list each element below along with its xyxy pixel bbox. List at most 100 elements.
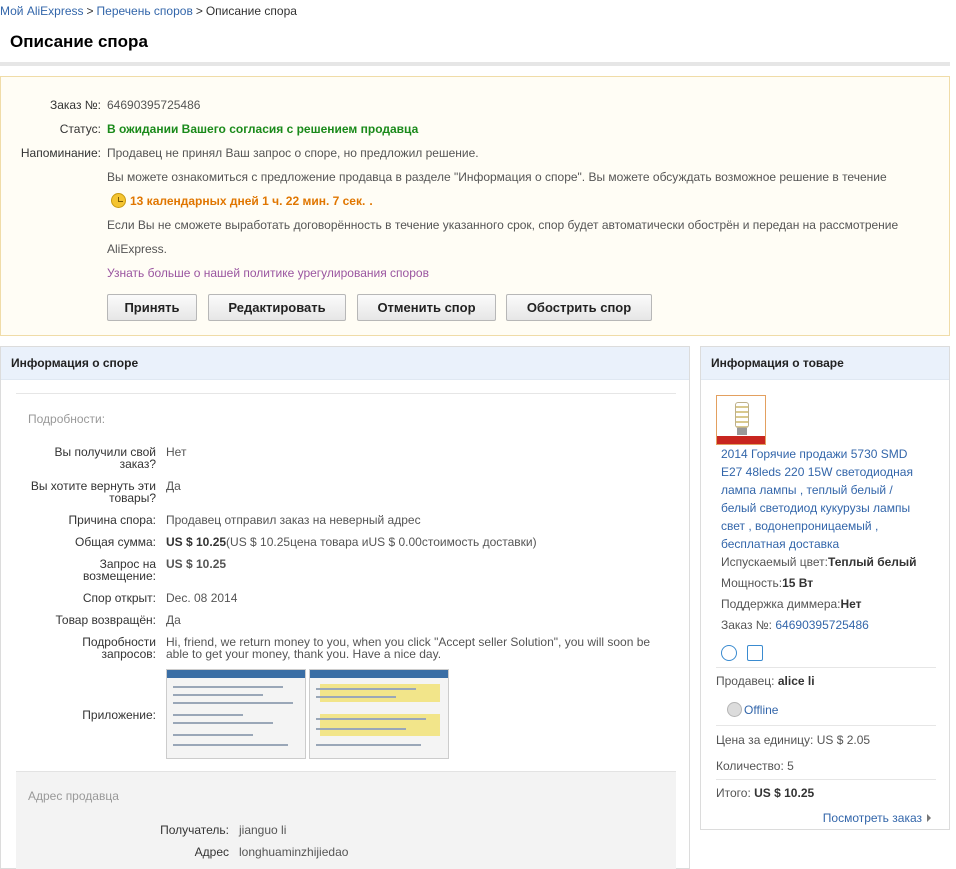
details-divider: [16, 393, 676, 394]
thumbnail-line: [316, 718, 426, 720]
address-value: longhuaminzhijiedao: [239, 845, 349, 859]
product-divider: [716, 667, 936, 668]
request-details: Hi, friend, we return money to you, when…: [166, 636, 666, 660]
returned-label: Товар возвращён:: [55, 613, 157, 627]
bulb-base: [737, 428, 747, 435]
countdown-timer: 13 календарных дней 1 ч. 22 мин. 7 сек.: [130, 194, 366, 208]
unit-price-row: Цена за единицу: US $ 2.05: [716, 733, 870, 747]
thumbnail-line: [316, 696, 396, 698]
seller-row: Продавец: alice li: [716, 674, 815, 688]
refund-label-line2: возмещение:: [83, 569, 156, 583]
recipient-label: Получатель:: [160, 823, 229, 837]
thumbnail-line: [173, 694, 263, 696]
product-total-row: Итого: US $ 10.25: [716, 786, 814, 800]
seller-label: Продавец:: [716, 674, 775, 688]
offline-status-icon: [727, 702, 742, 717]
product-order-label: Заказ №:: [721, 618, 773, 632]
quantity-value: 5: [787, 759, 794, 773]
seller-name: alice li: [777, 674, 815, 688]
received-value: Нет: [166, 445, 187, 459]
bulb-icon: [735, 402, 749, 428]
dispute-policy-link[interactable]: Узнать больше о нашей политике урегулиро…: [107, 266, 429, 280]
power-attribute: Мощность:15 Вт: [721, 576, 813, 590]
thumbnail-line: [173, 744, 288, 746]
return-label: Вы хотите вернуть эти товары?: [16, 480, 156, 504]
thumbnail-line: [173, 734, 253, 736]
color-attribute: Испускаемый цвет:Теплый белый: [721, 555, 917, 569]
breadcrumb-current: Описание спора: [205, 4, 297, 18]
edit-button[interactable]: Редактировать: [208, 294, 346, 321]
clock-icon: [111, 193, 126, 208]
escalate-dispute-button[interactable]: Обострить спор: [506, 294, 652, 321]
request-details-line2: able to get your money, thank you. Have …: [166, 647, 442, 661]
product-title-link[interactable]: 2014 Горячие продажи 5730 SMD E27 48leds…: [721, 445, 926, 553]
seller-status[interactable]: Offline: [727, 702, 778, 717]
chevron-right-icon: [927, 814, 931, 822]
product-order-link[interactable]: 64690395725486: [775, 618, 868, 632]
status-label: Статус:: [59, 122, 101, 136]
reason-label: Причина спора:: [68, 513, 156, 527]
attachment-label: Приложение:: [82, 708, 156, 722]
color-label: Испускаемый цвет:: [721, 555, 828, 569]
unit-price-label: Цена за единицу:: [716, 733, 814, 747]
image-caption-strip: [717, 436, 765, 444]
quantity-label: Количество:: [716, 759, 784, 773]
breadcrumb-separator: >: [86, 4, 94, 18]
total-value-wrap: US $ 10.25(US $ 10.25цена товара иUS $ 0…: [166, 536, 666, 548]
order-number: 64690395725486: [107, 98, 201, 112]
seller-address-section: Адрес продавца Получатель: jianguo li Ад…: [16, 771, 676, 869]
offline-status-text: Offline: [744, 703, 779, 717]
thumbnail-line: [173, 686, 283, 688]
alarm-icon[interactable]: [721, 645, 737, 661]
breadcrumb-my-aliexpress[interactable]: Мой AliExpress: [0, 4, 84, 18]
refund-value: US $ 10.25: [166, 557, 227, 571]
total-value: US $ 10.25: [166, 535, 227, 549]
breadcrumb-dispute-list[interactable]: Перечень споров: [97, 4, 193, 18]
return-value: Да: [166, 479, 181, 493]
product-total-label: Итого:: [716, 786, 751, 800]
dispute-status-box: Заказ №: 64690395725486 Статус: В ожидан…: [0, 76, 950, 336]
quantity-row: Количество: 5: [716, 759, 794, 773]
dispute-info-header: Информация о споре: [1, 347, 689, 380]
address-label: Адрес: [194, 845, 229, 859]
request-label: Подробности запросов:: [16, 636, 156, 660]
product-info-panel: Информация о товаре 2014 Горячие продажи…: [700, 346, 950, 830]
thumbnail-line: [316, 744, 421, 746]
timer-row: 13 календарных дней 1 ч. 22 мин. 7 сек..: [111, 193, 373, 208]
attachment-row: Приложение:: [16, 669, 676, 761]
thumbnail-line: [173, 714, 243, 716]
title-divider: [0, 62, 950, 66]
thumbnail-line: [316, 688, 416, 690]
unit-price-value: US $ 2.05: [816, 733, 871, 747]
attachment-thumbnail[interactable]: [166, 669, 306, 759]
breadcrumb-separator: >: [195, 4, 203, 18]
product-image[interactable]: [716, 395, 766, 445]
status-value: В ожидании Вашего согласия с решением пр…: [107, 122, 419, 136]
thumbnail-line: [173, 702, 293, 704]
details-title: Подробности:: [28, 412, 106, 426]
product-total-value: US $ 10.25: [754, 786, 815, 800]
product-info-header: Информация о товаре: [701, 347, 949, 380]
timer-suffix: .: [369, 194, 373, 208]
reminder-label: Напоминание:: [20, 146, 101, 160]
total-label: Общая сумма:: [75, 535, 156, 549]
refund-label: Запрос на возмещение:: [16, 558, 156, 582]
dimmer-label: Поддержка диммера:: [721, 597, 841, 611]
total-breakdown: (US $ 10.25цена товара иUS $ 0.00стоимос…: [226, 535, 537, 549]
returned-value: Да: [166, 613, 181, 627]
return-label-line2: товары?: [109, 491, 156, 505]
thumbnail-titlebar: [310, 670, 448, 678]
page-title: Описание спора: [10, 32, 148, 51]
power-label: Мощность:: [721, 576, 783, 590]
request-label-line2: запросов:: [101, 647, 156, 661]
thumbnail-titlebar: [167, 670, 305, 678]
accept-button[interactable]: Принять: [107, 294, 197, 321]
reminder-line-2: Вы можете ознакомиться с предложение про…: [107, 170, 887, 184]
cancel-dispute-button[interactable]: Отменить спор: [357, 294, 496, 321]
refresh-icon[interactable]: [747, 645, 763, 661]
attachment-thumbnail[interactable]: [309, 669, 449, 759]
power-value: 15 Вт: [782, 576, 814, 590]
opened-label: Спор открыт:: [82, 591, 156, 605]
thumbnail-line: [316, 728, 406, 730]
view-order-link[interactable]: Посмотреть заказ: [823, 811, 931, 825]
